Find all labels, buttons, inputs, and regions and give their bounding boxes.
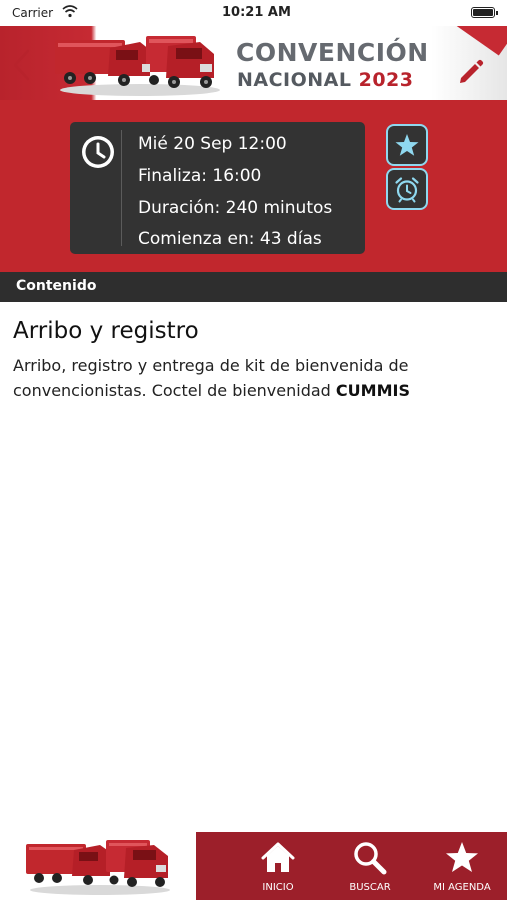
header-subtitle-word: NACIONAL [237, 69, 352, 91]
star-icon [395, 134, 419, 156]
chevron-left-icon[interactable] [10, 48, 34, 82]
nav-label-buscar: BUSCAR [349, 882, 391, 893]
event-duration: Duración: 240 minutos [138, 198, 333, 218]
info-divider [121, 130, 122, 246]
clock-icon [82, 136, 114, 168]
wifi-icon [62, 5, 78, 18]
header-subtitle: NACIONAL 2023 [237, 69, 414, 91]
nav-label-mi-agenda: MI AGENDA [433, 882, 491, 893]
header-banner: CONVENCIÓN NACIONAL 2023 [0, 26, 507, 100]
status-bar: Carrier 10:21 AM [0, 0, 507, 26]
header-title: CONVENCIÓN [236, 38, 429, 67]
event-info-card: Mié 20 Sep 12:00 Finaliza: 16:00 Duració… [70, 122, 365, 254]
home-icon [261, 842, 295, 872]
carrier-label: Carrier [12, 6, 54, 20]
search-icon [354, 842, 387, 875]
alarm-clock-icon [395, 177, 419, 203]
event-end-time: Finaliza: 16:00 [138, 166, 262, 186]
content-body: Arribo, registro y entrega de kit de bie… [13, 353, 483, 403]
truck-logo-icon [55, 36, 220, 96]
nav-item-mi-agenda[interactable]: MI AGENDA [417, 832, 507, 900]
favorite-button[interactable] [386, 124, 428, 166]
status-time: 10:21 AM [222, 5, 291, 20]
event-info-band: Mié 20 Sep 12:00 Finaliza: 16:00 Duració… [0, 100, 507, 272]
content-title: Arribo y registro [13, 318, 199, 344]
nav-item-inicio[interactable]: INICIO [233, 832, 323, 900]
bottom-nav: INICIO BUSCAR MI AGENDA [196, 832, 507, 900]
star-icon [446, 842, 478, 872]
header-subtitle-year: 2023 [358, 69, 414, 91]
bottom-bar: INICIO BUSCAR MI AGENDA [0, 832, 507, 900]
event-starts-in: Comienza en: 43 días [138, 229, 322, 249]
pencil-icon[interactable] [455, 56, 487, 88]
battery-icon [471, 7, 498, 18]
content-body-bold: CUMMIS [335, 381, 410, 400]
screen: Carrier 10:21 AM CONVENCIÓN NACIONAL 202… [0, 0, 507, 900]
event-date-time: Mié 20 Sep 12:00 [138, 134, 287, 154]
section-label: Contenido [16, 278, 97, 294]
section-header: Contenido [0, 272, 507, 302]
nav-item-buscar[interactable]: BUSCAR [325, 832, 415, 900]
nav-label-inicio: INICIO [262, 882, 294, 893]
alarm-button[interactable] [386, 168, 428, 210]
truck-logo-icon [26, 840, 170, 895]
